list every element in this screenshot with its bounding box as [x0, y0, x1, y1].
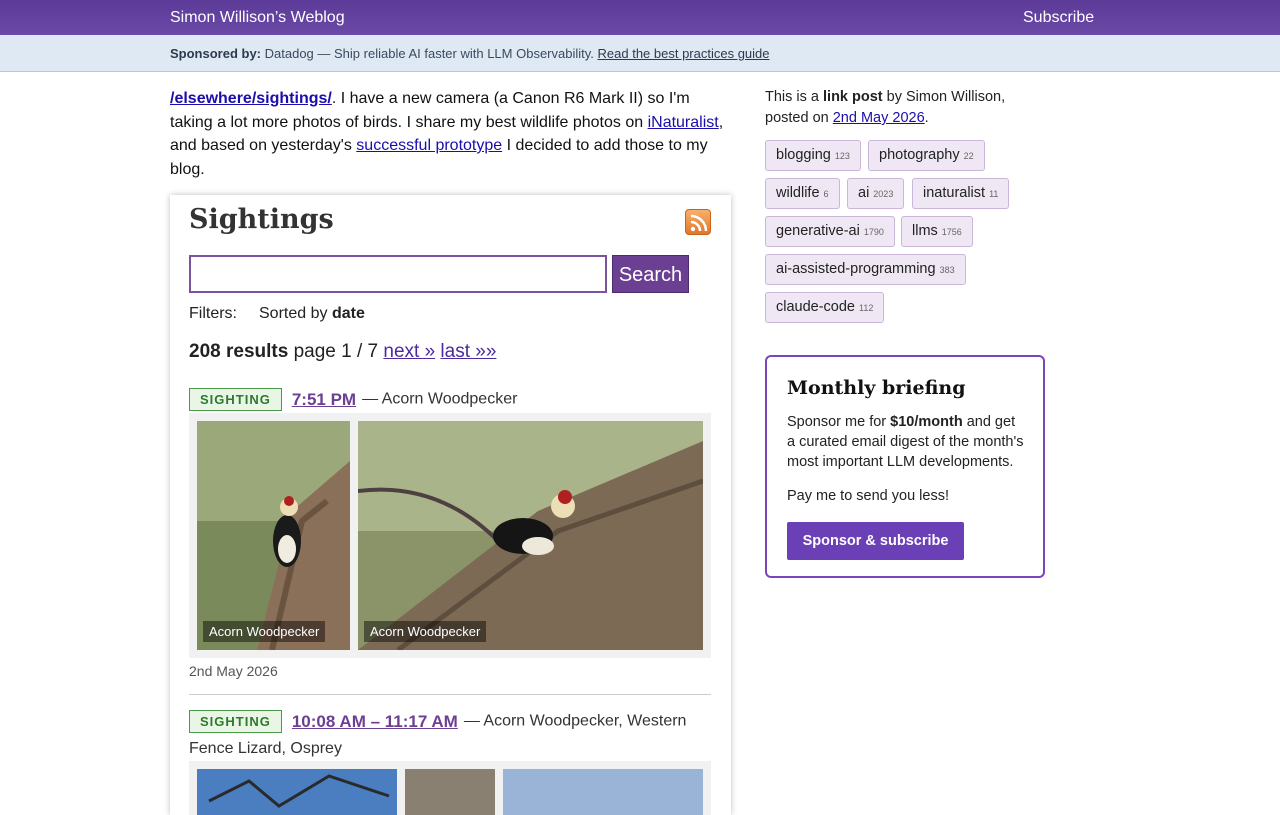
tag-count: 22: [963, 151, 974, 161]
meta-prefix: This is a: [765, 89, 824, 105]
sighting-badge: SIGHTING: [189, 710, 282, 733]
subscribe-link[interactable]: Subscribe: [1023, 9, 1094, 27]
tag-name: ai-assisted-programming: [776, 261, 936, 277]
tag-count: 1756: [941, 227, 962, 237]
sighting-row: SIGHTING 10:08 AM – 11:17 AM — Acorn Woodp…: [189, 710, 686, 733]
divider: [189, 694, 711, 695]
sighting-description: — Acorn Woodpecker, Western: [463, 712, 687, 730]
briefing-tagline: Pay me to send you less!: [787, 488, 949, 504]
tag-count: 383: [939, 265, 955, 275]
page-info: page 1 / 7: [288, 341, 384, 362]
sponsor-link[interactable]: Read the best practices guide: [598, 46, 770, 61]
tag-count: 1790: [863, 227, 884, 237]
sighting-time: 10:08 AM – 11:17 AM: [291, 711, 458, 731]
sighting-row: SIGHTING 7:51 PM — Acorn Woodpecker: [189, 388, 517, 411]
tag-claude-code[interactable]: claude-code 112: [765, 292, 885, 323]
meta-suffix: .: [924, 110, 929, 126]
bird-photo: Acorn Woodpecker: [358, 421, 703, 650]
tag-inaturalist[interactable]: inaturalist 11: [912, 178, 1010, 209]
site-title-link[interactable]: Simon Willison’s Weblog: [170, 9, 345, 27]
last-page-link: last »»: [440, 341, 497, 362]
sightings-title: Sightings: [189, 204, 334, 235]
tag-ai[interactable]: ai 2023: [847, 178, 905, 209]
sightings-link[interactable]: /elsewhere/sightings/: [170, 90, 332, 107]
sorted-prefix: Sorted by: [259, 305, 332, 322]
tag-count: 112: [859, 303, 874, 313]
sighting-description: — Acorn Woodpecker: [362, 390, 518, 408]
photo-caption: Acorn Woodpecker: [364, 621, 487, 642]
briefing-text-pre: Sponsor me for: [787, 414, 891, 430]
tag-count: 123: [834, 151, 850, 161]
tag-count: 6: [823, 189, 829, 199]
post-body: /elsewhere/sightings/. I have a new came…: [170, 87, 730, 181]
sponsor-label: Sponsored by:: [170, 46, 262, 61]
tag-name: claude-code: [776, 299, 855, 315]
briefing-title: Monthly briefing: [787, 377, 966, 399]
filters-label: Filters:: [189, 305, 237, 322]
tag-name: ai: [858, 185, 870, 201]
top-bar: Simon Willison’s Weblog Subscribe: [0, 0, 1280, 35]
tag-wildlife[interactable]: wildlife 6: [765, 178, 840, 209]
sightings-search-input: [189, 255, 607, 293]
next-page-link: next »: [383, 341, 436, 362]
post-meta: This is a link post by Simon Willison, p…: [765, 87, 1025, 129]
tag-name: blogging: [776, 147, 831, 163]
briefing-price: $10/month: [890, 414, 963, 430]
tag-photography[interactable]: photography 22: [868, 140, 985, 171]
sightings-screenshot: Sightings Search Filters: Sorted by date …: [170, 195, 731, 815]
tag-name: photography: [879, 147, 960, 163]
sighting-badge: SIGHTING: [189, 388, 282, 411]
rss-feed-icon: [685, 209, 711, 235]
inaturalist-link[interactable]: iNaturalist: [648, 114, 719, 131]
photo-gallery: [189, 761, 711, 815]
sightings-search-button: Search: [612, 255, 689, 293]
briefing-text: Sponsor me for $10/month and get a curat…: [787, 412, 1027, 472]
sponsor-banner: Sponsored by: Datadog — Ship reliable AI…: [0, 35, 1280, 72]
results-count: 208 results: [189, 341, 289, 362]
sighting-date: 2nd May 2026: [189, 663, 278, 679]
tag-name: llms: [912, 223, 938, 239]
results-row: 208 results page 1 / 7 next » last »»: [189, 341, 496, 363]
sighting-description-cont: Fence Lizard, Osprey: [189, 740, 342, 757]
tag-count: 11: [989, 189, 999, 199]
sorted-value: date: [331, 305, 365, 322]
photo-gallery: Acorn Woodpecker Acorn Woodpecker: [189, 413, 711, 658]
tag-blogging[interactable]: blogging 123: [765, 140, 861, 171]
photo-caption: Acorn Woodpecker: [203, 621, 326, 642]
tag-name: inaturalist: [923, 185, 986, 201]
sponsor-subscribe-button[interactable]: Sponsor & subscribe: [787, 522, 964, 560]
bird-photo: Acorn Woodpecker: [197, 421, 350, 650]
filters-row: Filters: Sorted by date: [189, 305, 365, 323]
tag-generative-ai[interactable]: generative-ai 1790: [765, 216, 895, 247]
prototype-link[interactable]: successful prototype: [356, 137, 502, 154]
tag-llms[interactable]: llms 1756: [901, 216, 973, 247]
post-type: link post: [823, 89, 883, 105]
post-date-link[interactable]: 2nd May 2026: [833, 110, 925, 126]
tag-name: generative-ai: [776, 223, 860, 239]
tag-name: wildlife: [776, 185, 820, 201]
monthly-briefing-box: Monthly briefing Sponsor me for $10/mont…: [765, 355, 1045, 578]
sponsor-text: Datadog — Ship reliable AI faster with L…: [264, 46, 594, 61]
tag-count: 2023: [873, 189, 894, 199]
tag-ai-assisted-programming[interactable]: ai-assisted-programming 383: [765, 254, 966, 285]
sighting-time: 7:51 PM: [291, 389, 357, 409]
